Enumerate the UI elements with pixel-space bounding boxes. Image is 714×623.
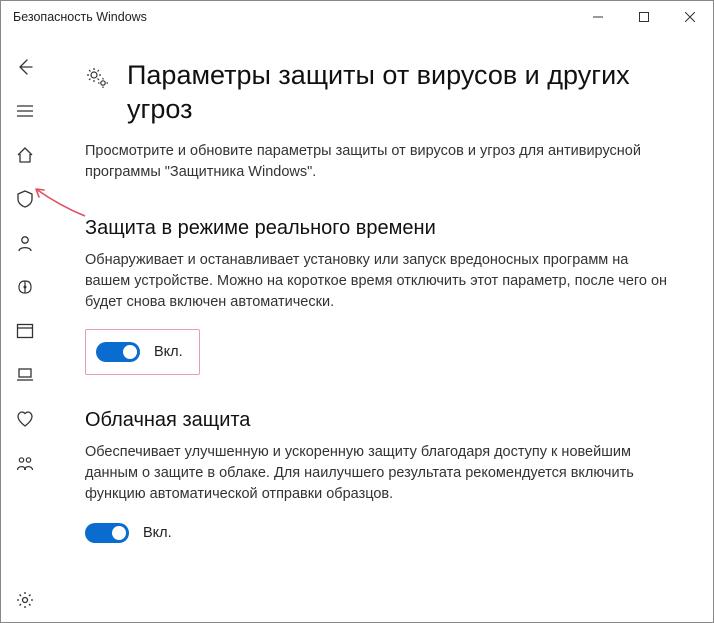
sidebar-item-family[interactable]	[1, 441, 49, 485]
page-title: Параметры защиты от вирусов и других угр…	[127, 59, 673, 127]
sidebar-item-settings[interactable]	[1, 578, 49, 622]
section-cloud-title: Облачная защита	[85, 409, 673, 432]
sidebar-item-home[interactable]	[1, 133, 49, 177]
section-realtime-desc: Обнаруживает и останавливает установку и…	[85, 250, 673, 313]
cloud-toggle[interactable]	[85, 523, 129, 543]
laptop-icon	[15, 365, 35, 385]
sidebar-item-virus[interactable]	[1, 177, 49, 221]
close-button[interactable]	[667, 1, 713, 33]
sidebar-item-device[interactable]	[1, 353, 49, 397]
section-realtime: Защита в режиме реального времени Обнару…	[85, 217, 673, 375]
maximize-icon	[639, 12, 649, 22]
back-button[interactable]	[1, 45, 49, 89]
page-icon	[85, 59, 113, 96]
sidebar	[1, 33, 49, 622]
sidebar-item-firewall[interactable]	[1, 265, 49, 309]
maximize-button[interactable]	[621, 1, 667, 33]
sidebar-item-appcontrol[interactable]	[1, 309, 49, 353]
section-cloud: Облачная защита Обеспечивает улучшенную …	[85, 409, 673, 547]
hamburger-icon	[16, 102, 34, 120]
page-subtitle: Просмотрите и обновите параметры защиты …	[85, 141, 673, 183]
section-realtime-title: Защита в режиме реального времени	[85, 217, 673, 240]
gear-icon	[15, 590, 35, 610]
minimize-button[interactable]	[575, 1, 621, 33]
sidebar-item-performance[interactable]	[1, 397, 49, 441]
cloud-toggle-label: Вкл.	[143, 525, 172, 541]
section-cloud-desc: Обеспечивает улучшенную и ускоренную защ…	[85, 442, 673, 505]
sidebar-item-account[interactable]	[1, 221, 49, 265]
app-browser-icon	[16, 322, 34, 340]
back-arrow-icon	[15, 57, 35, 77]
close-icon	[685, 12, 695, 22]
content-area: Параметры защиты от вирусов и других угр…	[49, 33, 713, 622]
menu-button[interactable]	[1, 89, 49, 133]
gears-icon	[85, 65, 111, 91]
home-icon	[15, 145, 35, 165]
titlebar: Безопасность Windows	[1, 1, 713, 33]
network-icon	[15, 277, 35, 297]
heart-icon	[15, 409, 35, 429]
realtime-toggle-label: Вкл.	[154, 344, 183, 360]
minimize-icon	[593, 12, 603, 22]
realtime-toggle[interactable]	[96, 342, 140, 362]
family-icon	[15, 453, 35, 473]
window-title: Безопасность Windows	[13, 10, 147, 24]
shield-icon	[15, 189, 35, 209]
highlight-annotation: Вкл.	[85, 329, 200, 375]
person-icon	[15, 233, 35, 253]
